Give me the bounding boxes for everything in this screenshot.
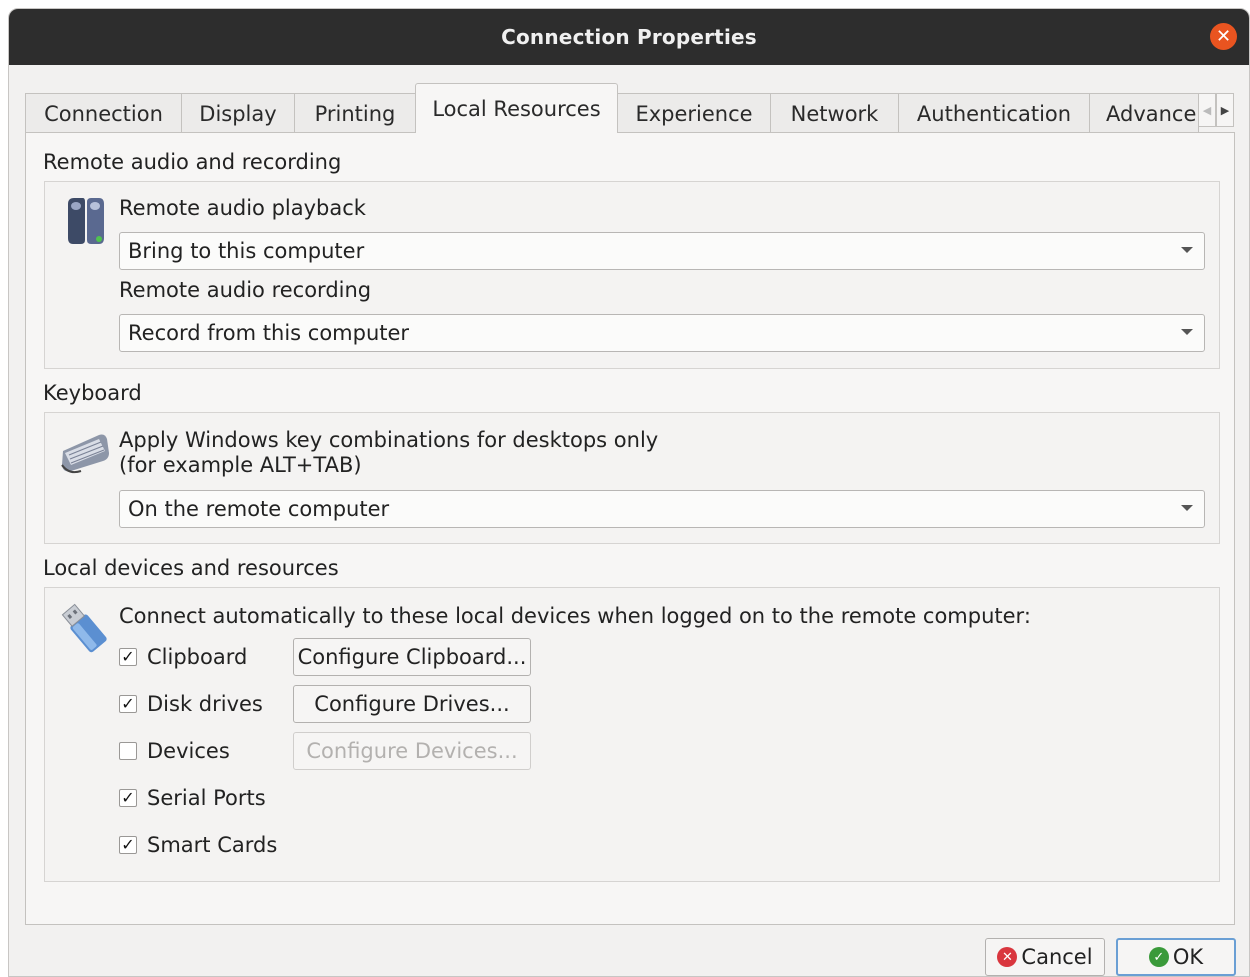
tab-scroll-right-button[interactable]: ▶ [1216, 93, 1234, 127]
keyboard-label-line1: Apply Windows key combinations for deskt… [119, 428, 659, 452]
audio-group: Remote audio playback Bring to this comp… [44, 181, 1220, 369]
devices-row: Devices [119, 734, 230, 768]
playback-select[interactable]: Bring to this computer [119, 232, 1205, 270]
tab-advanced[interactable]: Advance [1089, 93, 1199, 133]
smart-cards-checkbox[interactable]: ✓ [119, 836, 137, 854]
recording-select[interactable]: Record from this computer [119, 314, 1205, 352]
cancel-icon: ✕ [997, 947, 1018, 967]
usb-drive-icon [59, 602, 109, 659]
disk-drives-checkbox[interactable]: ✓ [119, 695, 137, 713]
title-bar[interactable]: Connection Properties ✕ [9, 9, 1249, 65]
close-icon: ✕ [1215, 25, 1232, 47]
close-button[interactable]: ✕ [1210, 23, 1237, 50]
ok-button[interactable]: ✓ OK [1116, 938, 1236, 976]
configure-drives-button[interactable]: Configure Drives... [293, 685, 531, 723]
serial-ports-checkbox[interactable]: ✓ [119, 789, 137, 807]
serial-ports-row: ✓ Serial Ports [119, 781, 266, 815]
configure-devices-button: Configure Devices... [293, 732, 531, 770]
smart-cards-row: ✓ Smart Cards [119, 828, 277, 862]
tab-connection[interactable]: Connection [25, 93, 182, 133]
devices-checkbox[interactable] [119, 742, 137, 760]
window-title: Connection Properties [501, 25, 757, 49]
recording-select-value: Record from this computer [128, 321, 410, 345]
devices-intro: Connect automatically to these local dev… [119, 604, 1031, 628]
smart-cards-label[interactable]: Smart Cards [147, 833, 277, 857]
tab-network[interactable]: Network [770, 93, 899, 133]
playback-select-value: Bring to this computer [128, 239, 365, 263]
speaker-icon [65, 196, 107, 251]
ok-label: OK [1172, 945, 1204, 969]
audio-section-title: Remote audio and recording [43, 150, 342, 174]
recording-label: Remote audio recording [119, 278, 372, 302]
chevron-down-icon [1181, 247, 1193, 253]
keyboard-icon [59, 431, 111, 480]
keyboard-select-value: On the remote computer [128, 497, 390, 521]
dialog-window: Connection Properties ✕ Connection Displ… [8, 8, 1250, 977]
devices-label[interactable]: Devices [147, 739, 230, 763]
clipboard-label[interactable]: Clipboard [147, 645, 247, 669]
tab-experience[interactable]: Experience [617, 93, 771, 133]
check-circle-icon: ✓ [1148, 947, 1169, 967]
tab-local-resources[interactable]: Local Resources [415, 83, 618, 133]
cancel-label: Cancel [1021, 945, 1093, 969]
serial-ports-label[interactable]: Serial Ports [147, 786, 266, 810]
disk-drives-label[interactable]: Disk drives [147, 692, 263, 716]
chevron-down-icon [1181, 505, 1193, 511]
playback-label: Remote audio playback [119, 196, 366, 220]
disk-drives-row: ✓ Disk drives [119, 687, 263, 721]
clipboard-checkbox[interactable]: ✓ [119, 648, 137, 666]
keyboard-label-line2: (for example ALT+TAB) [119, 453, 362, 477]
tab-authentication[interactable]: Authentication [898, 93, 1090, 133]
configure-clipboard-button[interactable]: Configure Clipboard... [293, 638, 531, 676]
clipboard-row: ✓ Clipboard [119, 640, 247, 674]
keyboard-label: Apply Windows key combinations for deskt… [119, 428, 658, 478]
keyboard-section-title: Keyboard [43, 381, 142, 405]
tab-display[interactable]: Display [181, 93, 295, 133]
tab-printing[interactable]: Printing [294, 93, 416, 133]
tab-scroll-left-button[interactable]: ◀ [1198, 93, 1216, 127]
keyboard-group: Apply Windows key combinations for deskt… [44, 412, 1220, 544]
tab-scroll-arrows: ◀ ▶ [1198, 93, 1234, 127]
tab-bar: Connection Display Printing Local Resour… [25, 82, 1243, 133]
chevron-down-icon [1181, 329, 1193, 335]
keyboard-select[interactable]: On the remote computer [119, 490, 1205, 528]
local-resources-panel: Remote audio and recording Remote audio … [25, 132, 1235, 925]
devices-group: Connect automatically to these local dev… [44, 587, 1220, 882]
devices-section-title: Local devices and resources [43, 556, 339, 580]
cancel-button[interactable]: ✕ Cancel [985, 938, 1105, 976]
